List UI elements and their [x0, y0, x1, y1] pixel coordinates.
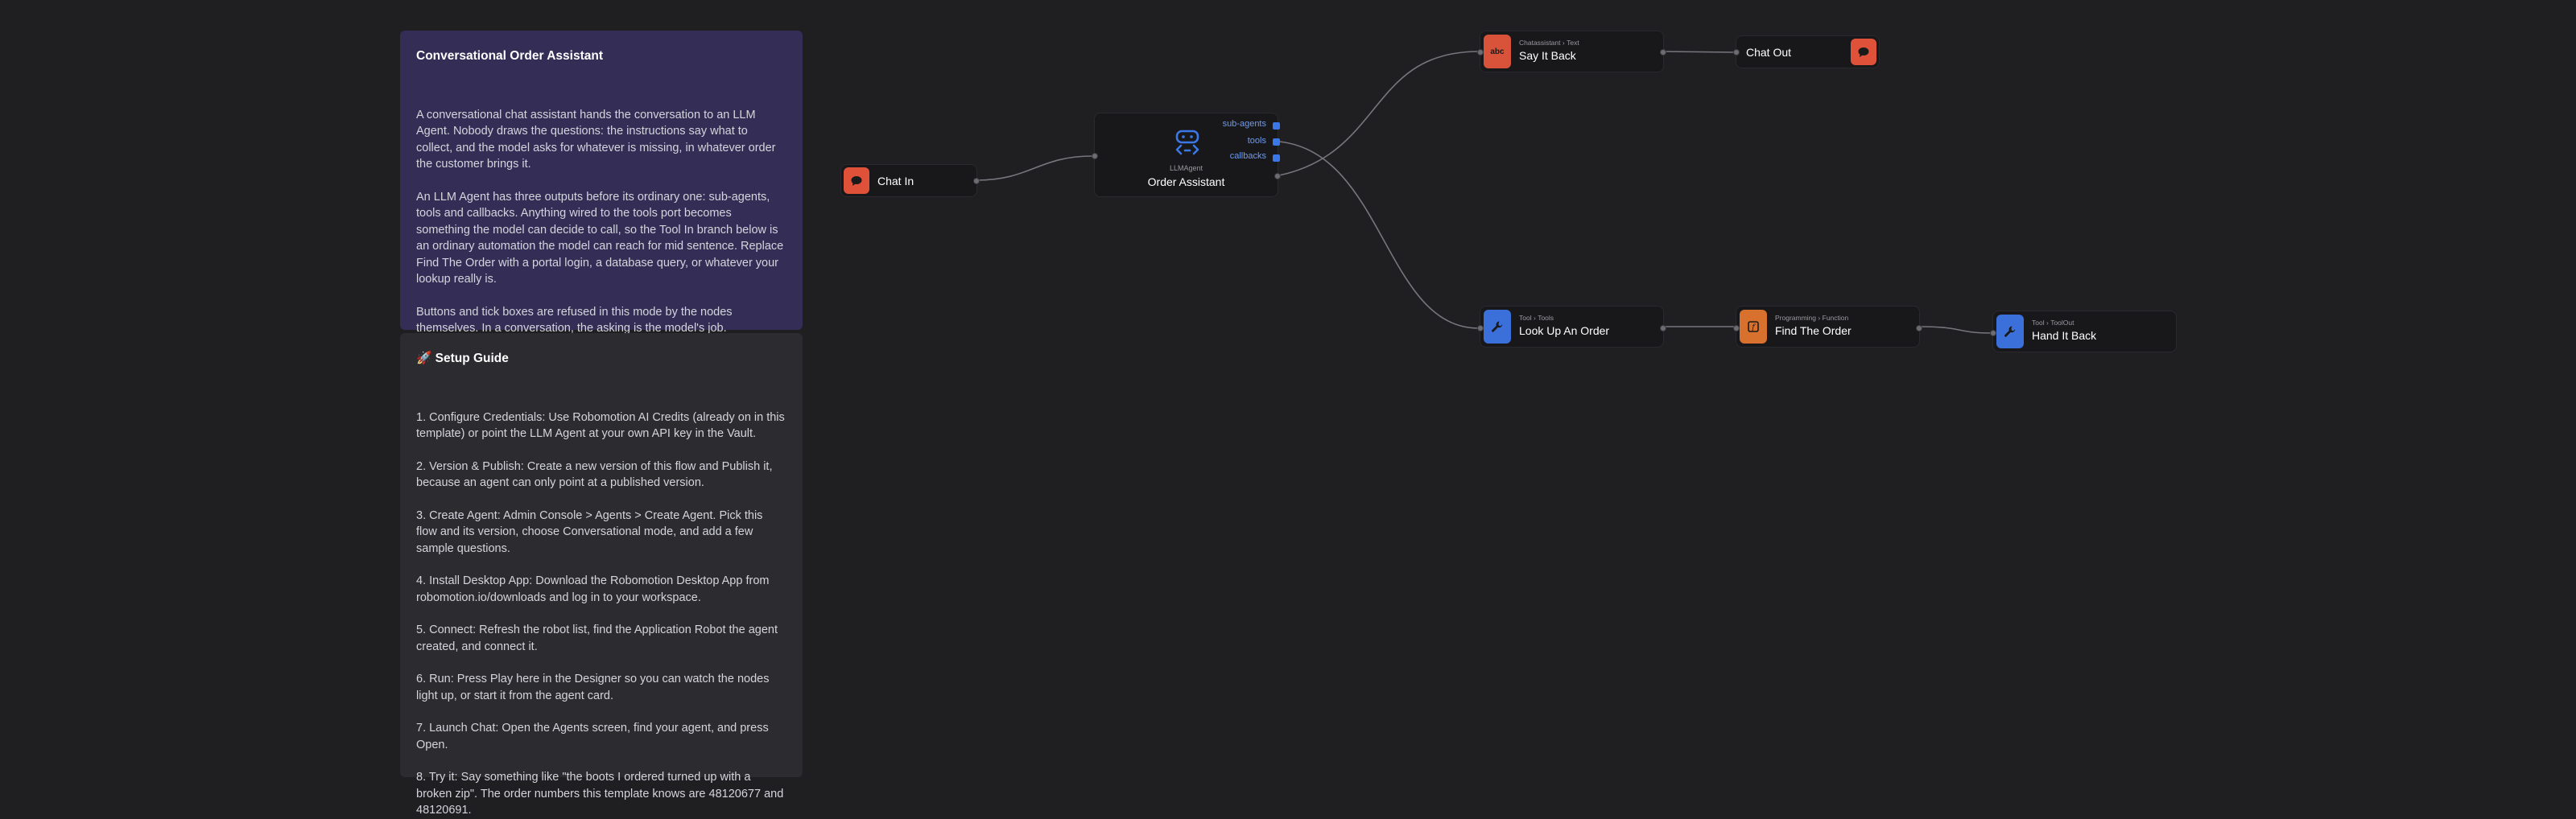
- input-port[interactable]: [1733, 325, 1740, 331]
- wire-chatin-agent: [976, 155, 1093, 181]
- wire-agent-tools-lookup: [1278, 141, 1480, 329]
- setup-step: 7. Launch Chat: Open the Agents screen, …: [416, 722, 769, 751]
- look-up-order-node[interactable]: Tool › Tools Look Up An Order: [1477, 306, 1666, 348]
- input-port[interactable]: [1990, 330, 1996, 336]
- output-port[interactable]: [1660, 325, 1666, 331]
- output-port[interactable]: [1660, 49, 1666, 56]
- input-port[interactable]: [1477, 49, 1484, 56]
- function-icon: f: [1740, 310, 1767, 344]
- wire-agent-sayitback: [1278, 51, 1480, 176]
- intro-note-title: Conversational Order Assistant: [416, 49, 603, 63]
- say-it-back-node[interactable]: abc Chatassistant › Text Say It Back: [1477, 31, 1666, 72]
- setup-step: 6. Run: Press Play here in the Designer …: [416, 673, 770, 702]
- setup-step: 3. Create Agent: Admin Console > Agents …: [416, 508, 763, 555]
- output-port[interactable]: [1274, 173, 1281, 179]
- wire-sayitback-chatout: [1662, 51, 1736, 53]
- input-port[interactable]: [1733, 49, 1740, 56]
- setup-step: 1. Configure Credentials: Use Robomotion…: [416, 410, 785, 441]
- say-it-back-title: Say It Back: [1519, 49, 1576, 62]
- setup-guide-note[interactable]: 🚀 Setup Guide 1. Configure Credentials: …: [400, 333, 803, 817]
- output-port[interactable]: [973, 178, 980, 184]
- setup-step: 5. Connect: Refresh the robot list, find…: [416, 624, 778, 653]
- text-abc-icon: abc: [1484, 35, 1511, 68]
- find-the-order-node[interactable]: f Programming › Function Find The Order: [1733, 306, 1922, 348]
- sub-agents-port-label: sub-agents: [1222, 119, 1266, 129]
- wrench-icon: [1484, 310, 1511, 344]
- find-the-order-category: Programming › Function: [1775, 314, 1849, 322]
- setup-guide-title: 🚀 Setup Guide: [416, 352, 509, 365]
- look-up-order-category: Tool › Tools: [1519, 314, 1554, 322]
- find-the-order-title: Find The Order: [1775, 324, 1852, 337]
- hand-it-back-title: Hand It Back: [2032, 329, 2097, 342]
- intro-note[interactable]: Conversational Order Assistant A convers…: [400, 31, 803, 335]
- input-port[interactable]: [1477, 325, 1484, 331]
- chat-in-title: Chat In: [877, 175, 914, 187]
- intro-paragraph: A conversational chat assistant hands th…: [416, 108, 776, 171]
- hand-it-back-category: Tool › ToolOut: [2032, 319, 2074, 327]
- intro-paragraph: An LLM Agent has three outputs before it…: [416, 190, 784, 286]
- agent-category: LLMAgent: [1169, 164, 1203, 172]
- robot-icon: [1173, 128, 1202, 161]
- chat-bubble-icon: [844, 167, 869, 194]
- intro-paragraph: Buttons and tick boxes are refused in th…: [416, 305, 733, 335]
- setup-step: 8. Try it: Say something like "the boots…: [416, 771, 784, 817]
- agent-title: Order Assistant: [1147, 175, 1225, 188]
- output-port[interactable]: [1916, 325, 1922, 331]
- tools-port-label: tools: [1247, 136, 1266, 146]
- say-it-back-category: Chatassistant › Text: [1519, 39, 1579, 47]
- chat-in-node[interactable]: Chat In: [840, 164, 980, 197]
- chat-out-node[interactable]: Chat Out: [1733, 35, 1880, 68]
- setup-step: 4. Install Desktop App: Download the Rob…: [416, 574, 770, 604]
- wire-layer: [976, 51, 1992, 334]
- callbacks-port-label: callbacks: [1229, 151, 1266, 161]
- chat-out-title: Chat Out: [1746, 46, 1792, 59]
- tools-port[interactable]: [1273, 138, 1280, 146]
- hand-it-back-node[interactable]: Tool › ToolOut Hand It Back: [1990, 311, 2177, 352]
- setup-step: 2. Version & Publish: Create a new versi…: [416, 459, 773, 490]
- chat-bubble-icon: [1851, 39, 1876, 65]
- wire-findorder-handback: [1918, 326, 1992, 334]
- llm-agent-node[interactable]: LLMAgent Order Assistant sub-agents tool…: [1092, 113, 1281, 197]
- sub-agents-port[interactable]: [1273, 122, 1280, 130]
- callbacks-port[interactable]: [1273, 154, 1280, 162]
- input-port[interactable]: [1092, 153, 1098, 159]
- look-up-order-title: Look Up An Order: [1519, 324, 1610, 337]
- wrench-icon: [1996, 315, 2024, 348]
